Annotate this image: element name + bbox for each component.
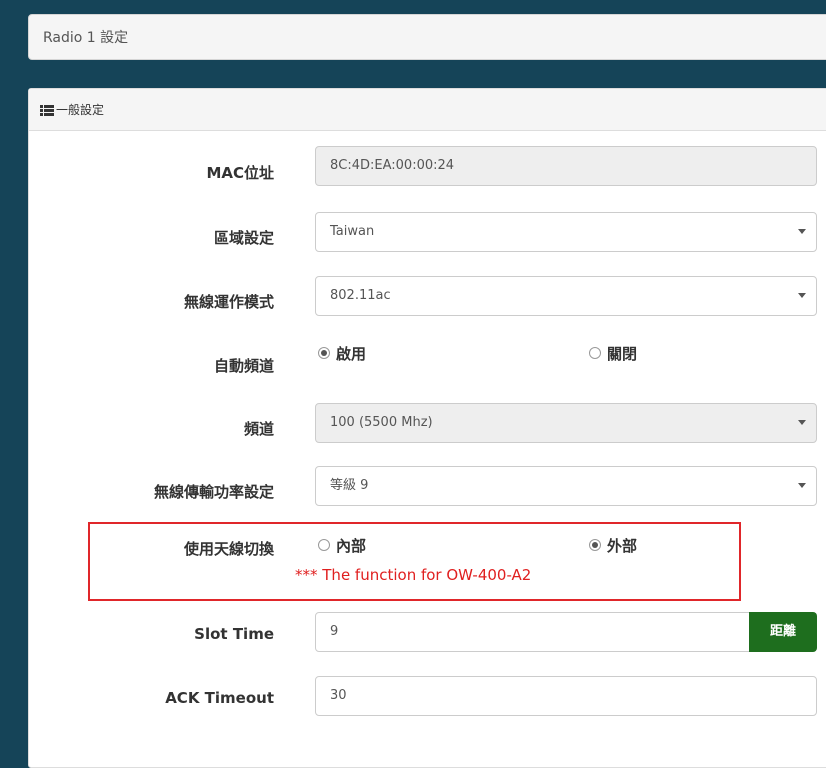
radio-unchecked-icon[interactable] <box>318 538 330 551</box>
antenna-note: *** The function for OW-400-A2 <box>295 566 532 584</box>
tx-power-label: 無線傳輸功率設定 <box>153 483 274 501</box>
ack-timeout-input[interactable]: 30 <box>315 676 817 716</box>
mac-label: MAC位址 <box>206 164 274 182</box>
radio-unchecked-icon[interactable] <box>589 346 601 359</box>
mode-select[interactable]: 802.11ac <box>315 276 817 316</box>
mac-value: 8C:4D:EA:00:00:24 <box>330 158 455 173</box>
tx-power-value: 等級 9 <box>330 478 369 493</box>
ack-timeout-value: 30 <box>330 688 347 703</box>
auto-channel-disable[interactable]: 關閉 <box>589 343 637 364</box>
chevron-down-icon <box>798 229 806 234</box>
region-label: 區域設定 <box>213 229 274 247</box>
tx-power-select[interactable]: 等級 9 <box>315 466 817 506</box>
channel-select: 100 (5500 Mhz) <box>315 403 817 443</box>
panel-heading: 一般設定 <box>29 89 826 131</box>
chevron-down-icon <box>798 483 806 488</box>
distance-button[interactable]: 距離 <box>749 612 817 652</box>
auto-channel-label: 自動頻道 <box>213 357 274 375</box>
mode-label: 無線運作模式 <box>183 293 274 311</box>
mode-value: 802.11ac <box>330 288 391 303</box>
antenna-external-label: 外部 <box>607 537 638 555</box>
slot-time-label: Slot Time <box>194 625 274 643</box>
antenna-external[interactable]: 外部 <box>589 535 637 556</box>
region-select[interactable]: Taiwan <box>315 212 817 252</box>
auto-channel-disable-label: 關閉 <box>607 345 638 363</box>
chevron-down-icon <box>798 293 806 298</box>
auto-channel-enable-label: 啟用 <box>336 345 367 363</box>
ack-timeout-label: ACK Timeout <box>165 689 274 707</box>
radio-settings-panel: Radio 1 設定 <box>28 14 826 60</box>
region-value: Taiwan <box>330 224 375 239</box>
chevron-down-icon <box>798 420 806 425</box>
channel-label: 頻道 <box>243 420 274 438</box>
channel-value: 100 (5500 Mhz) <box>330 415 433 430</box>
antenna-internal[interactable]: 內部 <box>318 535 366 556</box>
panel-title: Radio 1 設定 <box>43 30 129 46</box>
slot-time-input[interactable]: 9 <box>315 612 750 652</box>
section-heading: 一般設定 <box>56 103 105 117</box>
antenna-label: 使用天線切換 <box>183 540 274 558</box>
highlight-box <box>88 522 741 601</box>
slot-time-value: 9 <box>330 624 339 639</box>
auto-channel-enable[interactable]: 啟用 <box>318 343 366 364</box>
radio-checked-icon[interactable] <box>318 346 330 359</box>
radio-checked-icon[interactable] <box>589 538 601 551</box>
list-icon <box>40 105 54 116</box>
mac-field: 8C:4D:EA:00:00:24 <box>315 146 817 186</box>
antenna-internal-label: 內部 <box>336 537 367 555</box>
